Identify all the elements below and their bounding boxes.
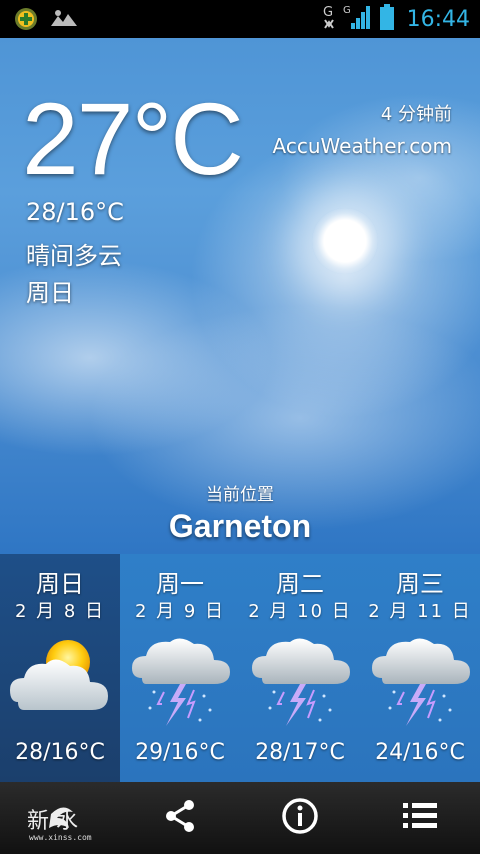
forecast-temperature: 24/16°C <box>375 740 465 765</box>
image-icon <box>50 8 78 34</box>
location-name[interactable]: Garneton <box>0 508 480 545</box>
share-icon <box>162 798 198 838</box>
watermark-logo: 新 水 www.xinss.com <box>0 782 120 854</box>
menu-button[interactable] <box>360 782 480 854</box>
update-time: 4 分钟前 <box>380 104 452 125</box>
forecast-day-name: 周一 <box>156 570 204 598</box>
source-link[interactable]: AccuWeather.com <box>273 134 452 158</box>
location-label: 当前位置 <box>206 485 274 505</box>
status-bar: G G 16:44 <box>0 0 480 38</box>
network-g-icon: G <box>321 2 337 36</box>
forecast-day-name: 周三 <box>396 570 444 598</box>
status-time: 16:44 <box>406 6 470 32</box>
forecast-temperature: 28/16°C <box>15 740 105 765</box>
forecast-strip: 周日 2 月 8 日 28/16°C 周一 2 月 9 日 29/16°C 周二… <box>0 554 480 782</box>
current-temperature: 27°C <box>22 82 244 196</box>
high-low-temperature: 28/16°C <box>26 198 124 226</box>
forecast-day[interactable]: 周一 2 月 9 日 29/16°C <box>120 554 240 782</box>
thunderstorm-icon <box>364 632 476 732</box>
forecast-date: 2 月 8 日 <box>14 601 106 622</box>
forecast-day-name: 周日 <box>36 570 84 598</box>
partly-cloudy-icon <box>4 632 116 732</box>
forecast-day-name: 周二 <box>276 570 324 598</box>
app-badge-icon <box>14 7 38 35</box>
current-weather-panel[interactable]: 27°C 28/16°C 晴间多云 周日 4 分钟前 AccuWeather.c… <box>0 38 480 554</box>
forecast-temperature: 29/16°C <box>135 740 225 765</box>
forecast-date: 2 月 10 日 <box>248 601 352 622</box>
current-day: 周日 <box>26 279 74 307</box>
svg-text:G: G <box>323 5 333 20</box>
forecast-day[interactable]: 周日 2 月 8 日 28/16°C <box>0 554 120 782</box>
watermark-url: www.xinss.com <box>29 833 92 842</box>
thunderstorm-icon <box>124 632 236 732</box>
bottom-action-bar: 新 水 www.xinss.com <box>0 782 480 854</box>
forecast-day[interactable]: 周三 2 月 11 日 24/16°C <box>360 554 480 782</box>
share-button[interactable] <box>120 782 240 854</box>
menu-list-icon <box>403 801 437 835</box>
info-button[interactable] <box>240 782 360 854</box>
sun-icon <box>312 208 378 274</box>
weather-condition: 晴间多云 <box>26 242 122 270</box>
info-icon <box>281 797 319 839</box>
forecast-temperature: 28/17°C <box>255 740 345 765</box>
forecast-day[interactable]: 周二 2 月 10 日 28/17°C <box>240 554 360 782</box>
forecast-date: 2 月 9 日 <box>134 601 226 622</box>
thunderstorm-icon <box>244 632 356 732</box>
svg-text:G: G <box>343 5 351 16</box>
forecast-date: 2 月 11 日 <box>368 601 472 622</box>
battery-icon <box>379 3 395 35</box>
signal-icon: G <box>343 3 373 35</box>
